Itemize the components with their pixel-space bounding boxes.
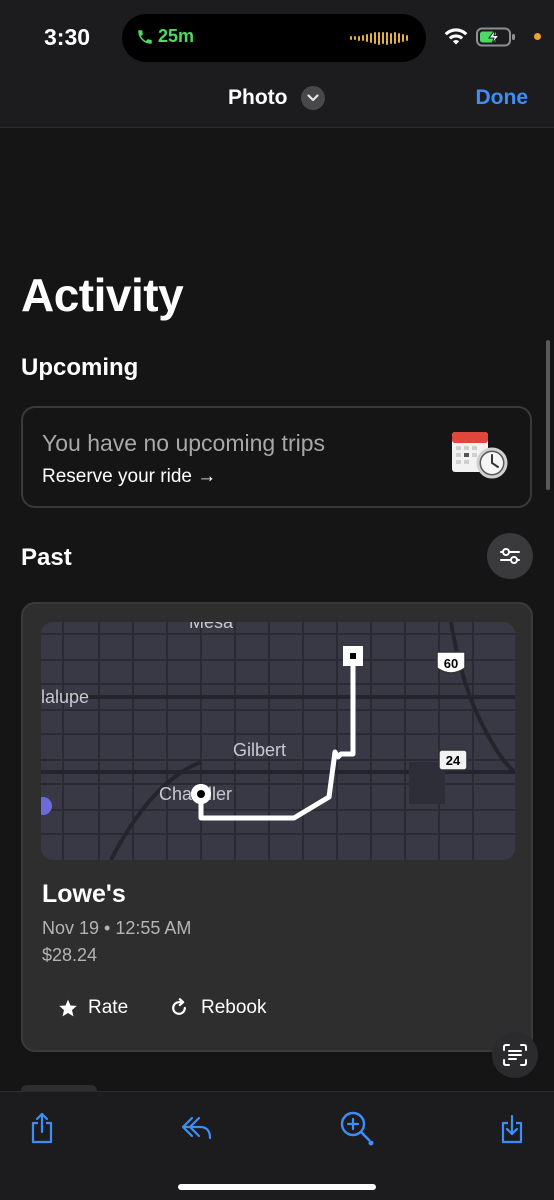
past-trip-card[interactable]: 60 24 Mesa lalupe Gilbert Chandler Lowe'… <box>21 602 533 1052</box>
trip-datetime: Nov 19 • 12:55 AM <box>42 918 192 938</box>
page-title: Activity <box>21 269 184 321</box>
rebook-button[interactable]: Rebook <box>169 997 267 1019</box>
rebook-label: Rebook <box>201 997 267 1018</box>
rate-button[interactable]: Rate <box>58 997 128 1019</box>
trip-route-map[interactable]: 60 24 Mesa lalupe Gilbert Chandler <box>41 622 515 860</box>
route-60-label: 60 <box>444 656 458 671</box>
reply-icon <box>181 1116 212 1140</box>
rate-label: Rate <box>88 997 129 1018</box>
photo-toolbar <box>0 1091 554 1200</box>
refresh-icon <box>172 998 186 1015</box>
share-button[interactable] <box>22 1108 62 1148</box>
live-text-icon <box>503 1044 527 1066</box>
filter-button[interactable] <box>487 533 533 579</box>
status-time: 3:30 <box>44 24 91 50</box>
route-24-label: 24 <box>446 753 461 768</box>
privacy-indicator-dot <box>534 33 541 40</box>
reserve-ride-link[interactable]: Reserve your ride → <box>42 466 216 488</box>
share-icon <box>31 1112 53 1144</box>
chevron-down-icon[interactable] <box>301 86 325 110</box>
save-button[interactable] <box>492 1108 532 1148</box>
call-duration: 25m <box>158 26 195 46</box>
calendar-clock-icon <box>452 432 508 479</box>
map-label-guadalupe: lalupe <box>41 687 89 707</box>
phone-icon <box>138 29 152 44</box>
photo-content: Activity Upcoming You have no upcoming t… <box>0 128 554 1091</box>
dynamic-island[interactable]: 25m <box>122 14 426 62</box>
zoom-sparkle-icon <box>340 1111 374 1146</box>
live-text-button[interactable] <box>492 1032 538 1078</box>
status-bar: 3:30 25m <box>0 0 554 76</box>
upcoming-heading: Upcoming <box>21 354 139 381</box>
waveform-icon <box>350 31 408 45</box>
battery-charging-icon <box>476 27 515 47</box>
trip-price: $28.24 <box>42 945 98 965</box>
trip-destination: Lowe's <box>42 880 126 908</box>
download-icon <box>501 1114 523 1144</box>
call-indicator[interactable]: 25m <box>136 26 194 47</box>
map-label-gilbert: Gilbert <box>233 740 286 760</box>
done-button[interactable]: Done <box>476 86 529 110</box>
nav-title[interactable]: Photo <box>228 86 287 110</box>
upcoming-trips-card[interactable]: You have no upcoming trips Reserve your … <box>21 406 532 508</box>
star-icon <box>59 999 77 1017</box>
photo-nav-bar: Photo Done <box>0 76 554 128</box>
map-label-mesa: Mesa <box>189 622 234 632</box>
reply-button[interactable] <box>177 1108 217 1148</box>
wifi-icon <box>444 28 468 45</box>
sliders-icon <box>500 548 520 564</box>
scroll-indicator[interactable] <box>546 340 550 490</box>
past-heading: Past <box>21 544 72 571</box>
home-indicator[interactable] <box>178 1184 376 1190</box>
visual-lookup-button[interactable] <box>336 1108 376 1148</box>
no-upcoming-text: You have no upcoming trips <box>42 430 326 456</box>
